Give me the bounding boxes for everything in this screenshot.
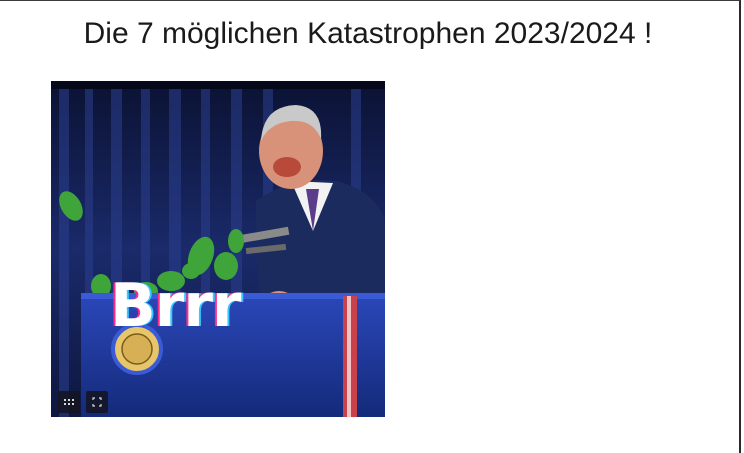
grid-icon [64, 399, 74, 405]
page-title: Die 7 möglichen Katastrophen 2023/2024 ! [83, 17, 653, 50]
meme-illustration [51, 81, 385, 417]
meme-image [51, 81, 385, 417]
slide-frame: Die 7 möglichen Katastrophen 2023/2024 ! [0, 0, 741, 453]
grid-view-button[interactable] [58, 391, 80, 413]
fullscreen-icon [92, 397, 102, 407]
fullscreen-button[interactable] [86, 391, 108, 413]
meme-caption: Brrr [110, 271, 242, 341]
